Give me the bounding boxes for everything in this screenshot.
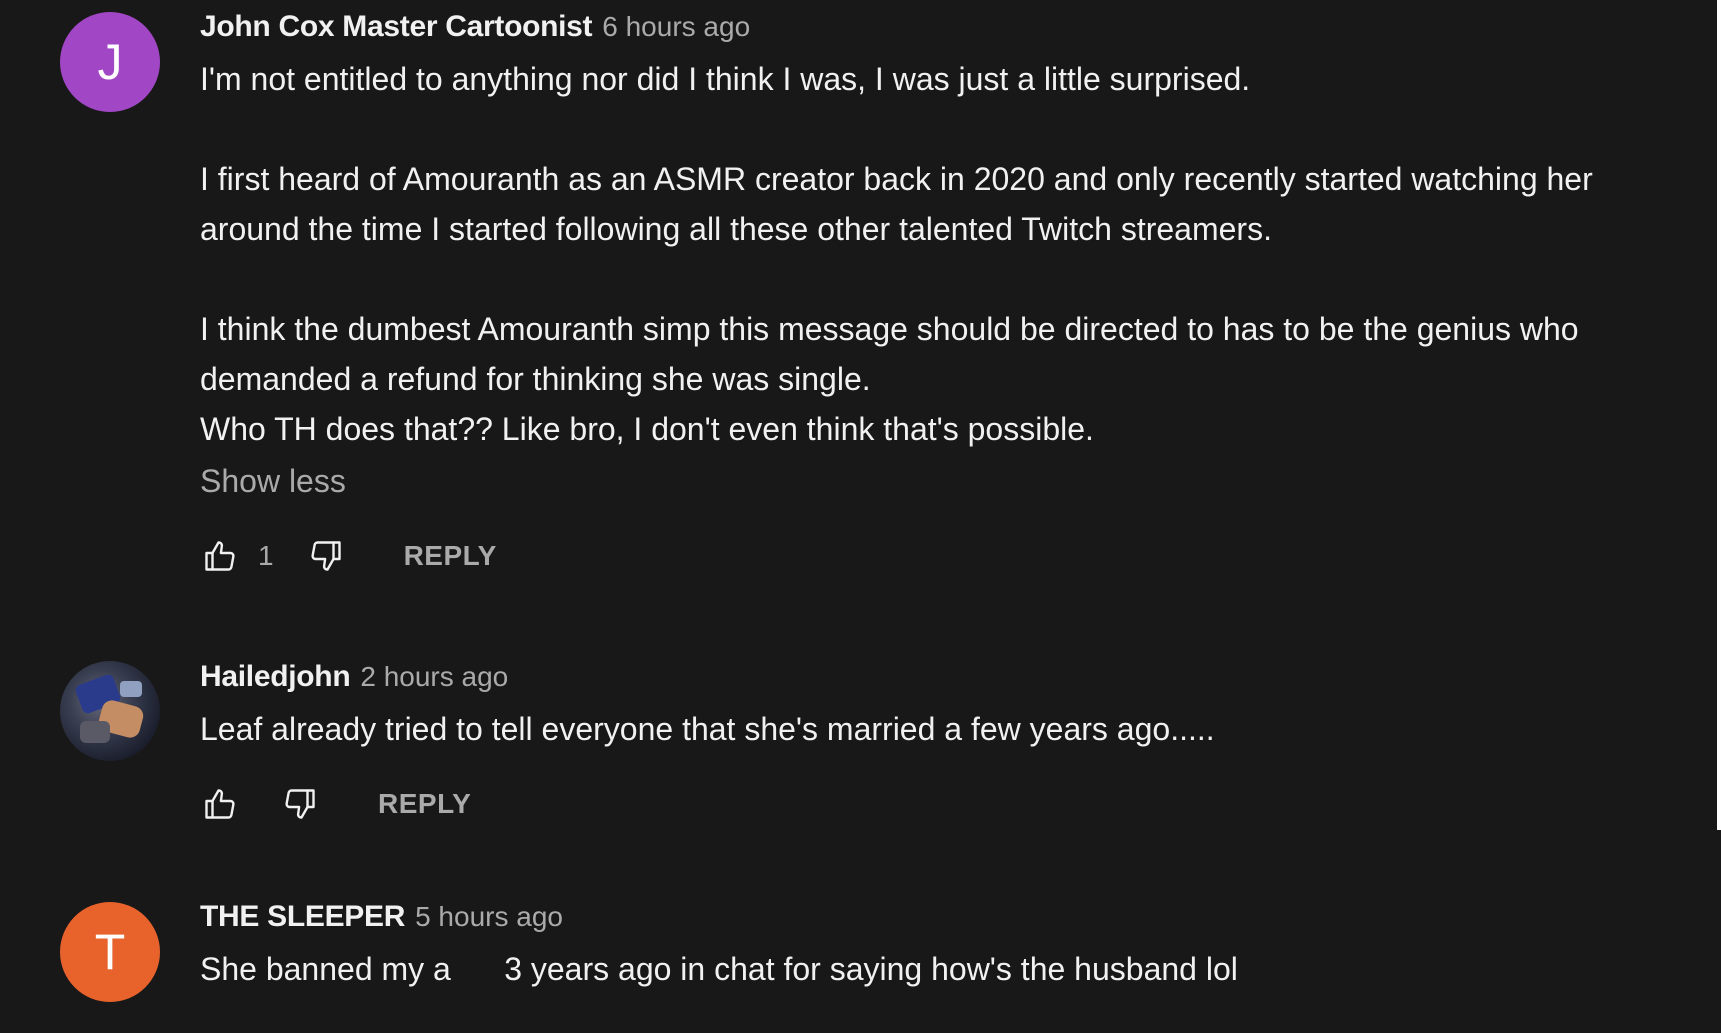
comment-paragraph: I first heard of Amouranth as an ASMR cr… (200, 161, 1602, 247)
author-name[interactable]: Hailedjohn (200, 660, 351, 694)
comment-actions: REPLY (200, 784, 1681, 824)
thumbs-down-icon[interactable] (306, 536, 346, 576)
timestamp[interactable]: 2 hours ago (360, 661, 508, 693)
avatar-letter: J (97, 34, 123, 90)
comment-actions: 1 REPLY (200, 536, 1681, 576)
avatar[interactable]: T (60, 902, 160, 1002)
like-count: 1 (258, 540, 274, 571)
comment-text: Leaf already tried to tell everyone that… (200, 711, 1215, 747)
comment-paragraph: I think the dumbest Amouranth simp this … (200, 311, 1579, 447)
comment-text: I'm not entitled to anything nor did I t… (200, 54, 1681, 454)
avatar[interactable] (60, 661, 160, 761)
comment-paragraph: I'm not entitled to anything nor did I t… (200, 61, 1251, 97)
avatar-image-detail (120, 681, 142, 697)
scrollbar[interactable] (1717, 0, 1721, 830)
thumbs-up-icon[interactable] (200, 536, 240, 576)
avatar[interactable]: J (60, 12, 160, 112)
reply-button[interactable]: REPLY (378, 788, 471, 820)
avatar-image-detail (80, 721, 110, 743)
comment-text: She banned my a 3 years ago in chat for … (200, 951, 1238, 987)
comment-header: THE SLEEPER 5 hours ago (200, 900, 1681, 940)
comment-header: John Cox Master Cartoonist 6 hours ago (200, 10, 1681, 50)
avatar-letter: T (94, 924, 126, 980)
reply-button[interactable]: REPLY (404, 540, 497, 572)
author-name[interactable]: John Cox Master Cartoonist (200, 10, 593, 44)
thumbs-down-icon[interactable] (280, 784, 320, 824)
timestamp[interactable]: 6 hours ago (602, 11, 750, 43)
author-name[interactable]: THE SLEEPER (200, 900, 405, 934)
timestamp[interactable]: 5 hours ago (415, 901, 563, 933)
show-less-button[interactable]: Show less (200, 456, 1681, 506)
comment-header: Hailedjohn 2 hours ago (200, 660, 1681, 700)
thumbs-up-icon[interactable] (200, 784, 240, 824)
